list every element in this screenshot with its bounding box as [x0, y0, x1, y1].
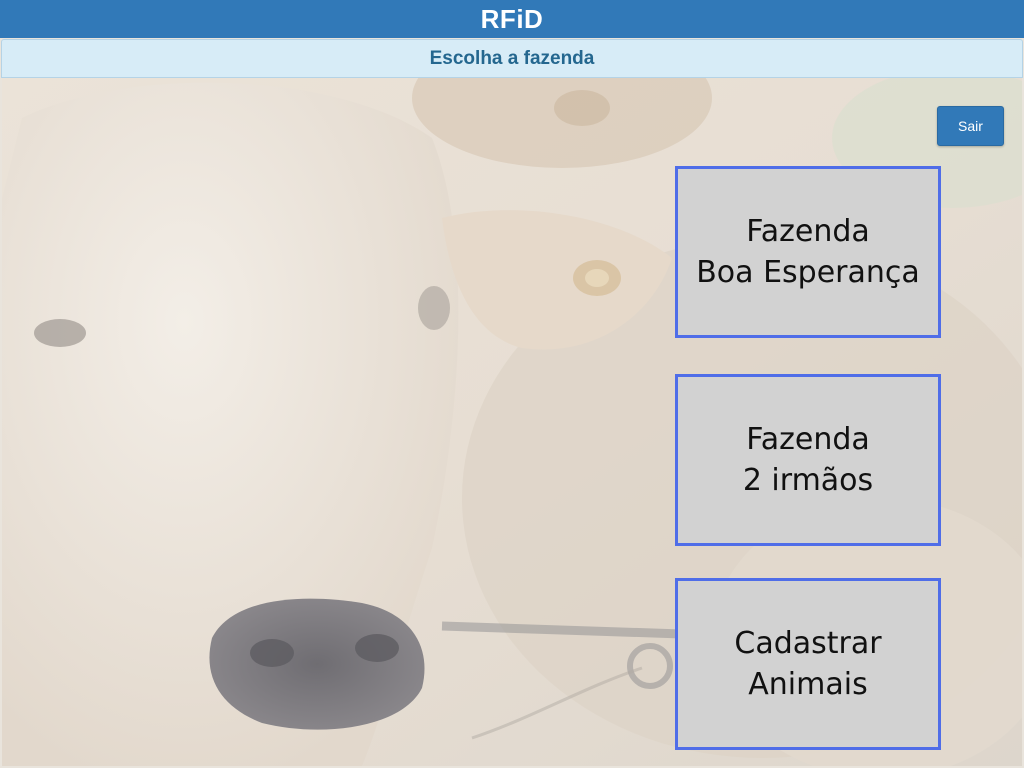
page-header: Escolha a fazenda — [1, 39, 1023, 78]
app-title-bar: RFiD — [0, 0, 1024, 38]
button-label-line1: Fazenda — [746, 214, 870, 249]
main-content: Sair Fazenda Boa Esperança Fazenda 2 irm… — [2, 78, 1022, 766]
app-title: RFiD — [480, 3, 544, 34]
logout-button[interactable]: Sair — [937, 106, 1004, 146]
logout-button-label: Sair — [958, 118, 983, 134]
farm-2-irmaos-button[interactable]: Fazenda 2 irmãos — [675, 374, 941, 546]
button-label-line2: Boa Esperança — [696, 255, 920, 290]
app-window: RFiD Escolha a fazenda Sair Fazenda Boa … — [0, 0, 1024, 768]
page-title: Escolha a fazenda — [429, 47, 595, 69]
register-animals-button[interactable]: Cadastrar Animais — [675, 578, 941, 750]
button-label-line1: Fazenda — [746, 422, 870, 457]
farm-boa-esperanca-button[interactable]: Fazenda Boa Esperança — [675, 166, 941, 338]
button-label-line1: Cadastrar — [734, 626, 882, 661]
button-label-line2: 2 irmãos — [742, 463, 874, 498]
button-label-line2: Animais — [748, 667, 868, 702]
